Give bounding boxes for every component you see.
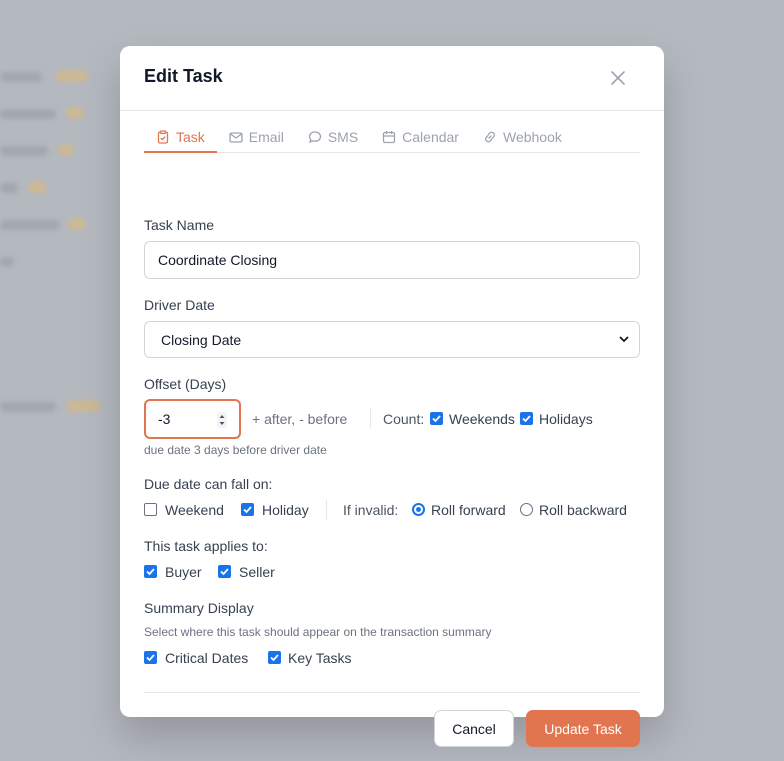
driver-date-select[interactable]: Closing Date (144, 321, 640, 358)
count-label: Count: (383, 411, 425, 427)
checkmark-icon (146, 654, 155, 662)
offset-description: due date 3 days before driver date (144, 443, 327, 457)
background-row (0, 402, 56, 412)
offset-value: -3 (158, 411, 171, 427)
background-row (0, 109, 56, 119)
count-weekends-label: Weekends (449, 411, 515, 427)
tab-calendar[interactable]: Calendar (370, 122, 471, 152)
close-icon (611, 71, 625, 85)
fall-weekend-checkbox[interactable] (144, 503, 157, 516)
count-holidays-label: Holidays (539, 411, 593, 427)
tab-sms[interactable]: SMS (296, 122, 370, 152)
mail-icon (229, 132, 243, 143)
applies-buyer-checkbox[interactable] (144, 565, 157, 578)
applies-seller-checkbox[interactable] (218, 565, 231, 578)
applies-seller-label: Seller (239, 564, 275, 580)
modal-body: Task Email SMS Calendar Webhook Task Nam… (144, 122, 640, 747)
fall-holiday-label: Holiday (262, 502, 309, 518)
driver-date-label: Driver Date (144, 297, 215, 313)
fall-weekend-label: Weekend (165, 502, 224, 518)
tab-task[interactable]: Task (144, 122, 217, 153)
summary-label: Summary Display (144, 600, 254, 616)
tab-bar: Task Email SMS Calendar Webhook (144, 122, 640, 153)
background-badge (66, 400, 100, 412)
tab-label: SMS (327, 129, 359, 145)
modal-header: Edit Task (120, 46, 664, 111)
background-badge (66, 107, 84, 119)
background-badge (58, 144, 74, 156)
tab-label: Webhook (502, 129, 562, 145)
offset-label: Offset (Days) (144, 376, 227, 392)
close-button[interactable] (608, 68, 628, 88)
task-name-input[interactable]: Coordinate Closing (144, 241, 640, 279)
background-row (0, 220, 60, 230)
tab-label: Email (248, 129, 284, 145)
link-icon (484, 131, 496, 143)
chat-bubble-icon (308, 131, 321, 144)
calendar-icon (383, 131, 396, 144)
roll-forward-radio[interactable] (412, 503, 425, 516)
summary-critical-label: Critical Dates (165, 650, 249, 666)
checkmark-icon (432, 415, 441, 423)
summary-critical-checkbox[interactable] (144, 651, 157, 664)
tab-email[interactable]: Email (217, 122, 296, 152)
tab-webhook[interactable]: Webhook (471, 122, 574, 152)
driver-date-value: Closing Date (161, 331, 242, 348)
cancel-button[interactable]: Cancel (434, 710, 514, 747)
spinner-arrows-icon[interactable] (217, 412, 227, 428)
roll-backward-label: Roll backward (539, 502, 627, 518)
count-weekends-checkbox[interactable] (430, 412, 443, 425)
background-row (0, 257, 14, 267)
offset-hint: + after, - before (252, 411, 348, 427)
if-invalid-label: If invalid: (343, 502, 399, 518)
checkmark-icon (220, 568, 229, 576)
fall-holiday-checkbox[interactable] (241, 503, 254, 516)
chevron-down-icon (619, 336, 629, 343)
background-badge (68, 218, 86, 230)
summary-key-label: Key Tasks (288, 650, 352, 666)
background-row (0, 72, 42, 82)
summary-key-checkbox[interactable] (268, 651, 281, 664)
divider (370, 408, 371, 428)
applies-label: This task applies to: (144, 538, 268, 554)
update-task-button[interactable]: Update Task (526, 710, 640, 747)
roll-forward-label: Roll forward (431, 502, 506, 518)
footer-divider (144, 692, 640, 693)
checkmark-icon (270, 654, 279, 662)
checkmark-icon (146, 568, 155, 576)
background-row (0, 146, 48, 156)
background-badge (56, 70, 88, 82)
checkmark-icon (522, 415, 531, 423)
due-fall-label: Due date can fall on: (144, 476, 273, 492)
modal-title: Edit Task (144, 66, 223, 86)
tab-label: Task (176, 128, 205, 145)
background-row (0, 183, 18, 193)
edit-task-modal: Edit Task Task Email SMS Calendar Webhoo… (120, 46, 664, 747)
tab-label: Calendar (402, 129, 459, 145)
roll-backward-radio[interactable] (520, 503, 533, 516)
summary-description: Select where this task should appear on … (144, 625, 492, 639)
offset-input[interactable]: -3 (144, 399, 241, 439)
background-badge (28, 181, 46, 193)
task-name-label: Task Name (144, 217, 215, 233)
count-holidays-checkbox[interactable] (520, 412, 533, 425)
checkmark-icon (243, 506, 252, 514)
task-name-value: Coordinate Closing (158, 252, 278, 268)
clipboard-icon (157, 129, 169, 144)
divider (326, 500, 327, 520)
applies-buyer-label: Buyer (165, 564, 202, 580)
